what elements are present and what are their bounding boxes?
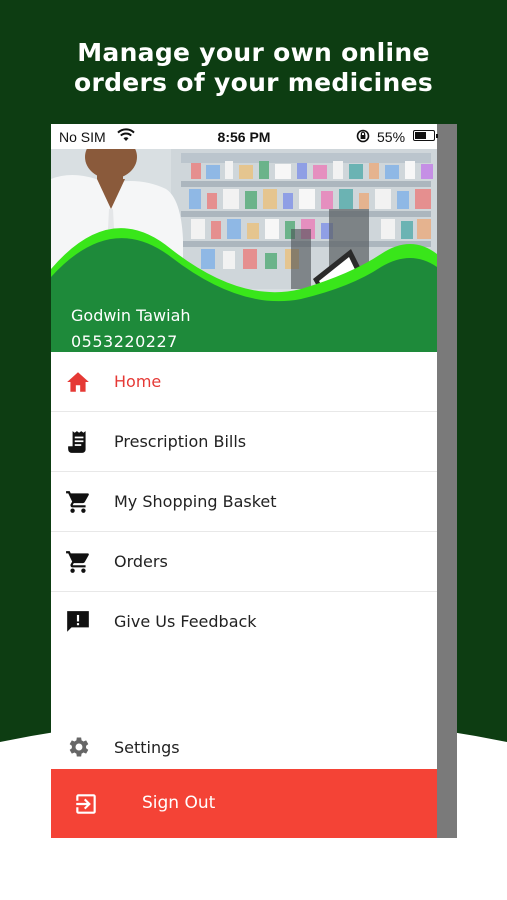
orientation-lock-icon <box>356 129 370 143</box>
promo-headline-line1: Manage your own online <box>77 38 430 67</box>
menu-item-label: Orders <box>114 552 168 571</box>
menu-item-label: Prescription Bills <box>114 432 247 451</box>
cart-icon <box>66 551 89 573</box>
menu-item-settings[interactable]: Settings <box>51 729 437 769</box>
receipt-icon <box>68 431 86 453</box>
status-bar: No SIM 8:56 PM 55% <box>51 124 438 149</box>
feedback-icon <box>67 611 89 632</box>
menu-item-feedback[interactable]: Give Us Feedback <box>51 592 437 652</box>
sign-out-label: Sign Out <box>142 793 216 813</box>
gear-icon <box>69 737 89 757</box>
settings-label: Settings <box>114 738 180 757</box>
sign-out-button[interactable]: Sign Out <box>51 769 437 838</box>
battery-percent: 55% <box>377 129 406 145</box>
menu-item-prescription-bills[interactable]: Prescription Bills <box>51 412 437 472</box>
user-phone: 0553220227 <box>71 332 178 351</box>
phone-screen: No SIM 8:56 PM 55% Godwin Tawiah 0553220… <box>51 124 457 838</box>
cart-icon <box>66 491 89 513</box>
home-icon <box>67 372 89 392</box>
menu-item-orders[interactable]: Orders <box>51 532 437 592</box>
menu-item-label: Home <box>114 372 162 391</box>
battery-icon <box>413 130 438 141</box>
menu-item-shopping-basket[interactable]: My Shopping Basket <box>51 472 437 532</box>
drawer-header: Godwin Tawiah 0553220227 <box>51 149 437 352</box>
promo-headline-line2: orders of your medicines <box>73 68 434 97</box>
menu-item-label: Give Us Feedback <box>114 612 257 631</box>
drawer-menu: Home Prescription Bills My Shopping Bask… <box>51 352 437 769</box>
menu-item-home[interactable]: Home <box>51 352 437 412</box>
drawer-scrim[interactable] <box>437 124 457 838</box>
promo-headline: Manage your own online orders of your me… <box>0 38 507 98</box>
menu-item-label: My Shopping Basket <box>114 492 277 511</box>
exit-icon <box>76 794 96 814</box>
user-name: Godwin Tawiah <box>71 306 191 325</box>
